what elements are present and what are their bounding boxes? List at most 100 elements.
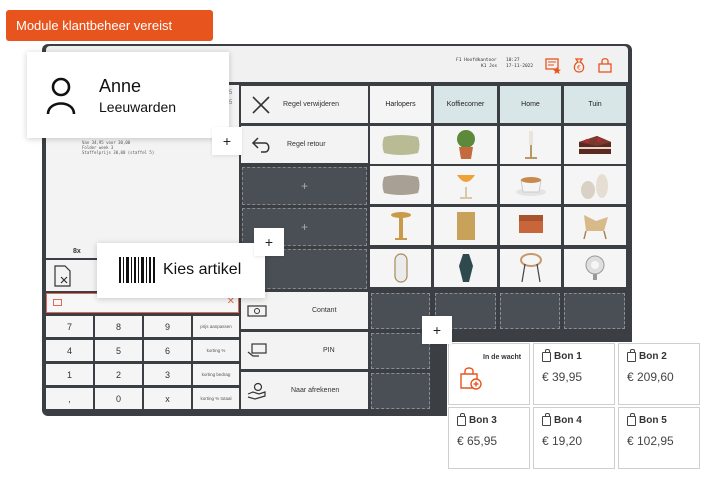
held-receipts-panel: In de wacht Bon 1 € 39,95 Bon 2 € 209,60… (447, 342, 701, 470)
mirror-image (393, 253, 408, 283)
header-register: K1 Jos (481, 64, 498, 69)
cash-label: Contant (312, 307, 337, 314)
product-tile-rattan-chair[interactable] (564, 207, 626, 245)
customer-card[interactable]: Anne Leeuwarden (27, 52, 229, 138)
key-discount-amount[interactable]: korting bedrag (193, 364, 239, 385)
empty-product-slot[interactable] (371, 373, 430, 409)
category-tab-tuin[interactable]: Tuin (564, 86, 626, 123)
product-tile-side-table[interactable] (370, 207, 431, 245)
close-icon (252, 95, 270, 114)
on-hold-label: In de wacht (483, 354, 522, 361)
held-receipt-amount: € 102,95 (627, 434, 674, 448)
return-arrow-icon (251, 136, 270, 153)
product-tile-chair-orange[interactable] (500, 207, 561, 245)
barcode-icon (119, 257, 155, 283)
category-tab-koffiecorner[interactable]: Koffiecorner (434, 86, 497, 123)
product-tile-lamp[interactable] (564, 249, 626, 287)
empty-product-slot[interactable] (564, 293, 625, 329)
category-tab-harlopers[interactable]: Harlopers (370, 86, 431, 123)
held-receipt-label: Bon 4 (554, 415, 582, 426)
remove-line-button[interactable]: Regel verwijderen (241, 86, 368, 123)
pillow-beige-image (382, 175, 419, 195)
product-tile-plant[interactable] (434, 126, 497, 164)
bag-icon (627, 348, 636, 362)
header-date: 17-11-2022 (506, 64, 534, 69)
held-receipt-5[interactable]: Bon 5 € 102,95 (618, 407, 700, 469)
product-tile-board[interactable] (434, 207, 497, 245)
checkout-label: Naar afrekenen (291, 387, 340, 394)
pin-button[interactable]: PIN (241, 332, 368, 369)
cash-icon (247, 304, 267, 317)
key-7[interactable]: 7 (46, 316, 93, 337)
key-discount-percent[interactable]: korting % (193, 340, 239, 361)
held-receipt-label: Bon 2 (639, 351, 667, 362)
cake-image (579, 136, 611, 154)
key-1[interactable]: 1 (46, 364, 93, 385)
return-line-label: Regel retour (287, 141, 326, 148)
module-required-badge: Module klantbeheer vereist (6, 10, 213, 41)
add-icon[interactable]: + (422, 316, 452, 344)
chair-orange-image (518, 215, 543, 233)
held-receipt-amount: € 39,95 (542, 370, 583, 384)
receipt-star-icon[interactable] (544, 56, 562, 74)
return-line-button[interactable]: Regel retour (241, 126, 368, 163)
product-tile-coffee[interactable] (500, 166, 561, 204)
category-tab-home[interactable]: Home (500, 86, 561, 123)
plant-pot-image (456, 130, 475, 159)
side-digit: 5 (229, 90, 233, 96)
product-tile-cocktail[interactable] (434, 166, 497, 204)
choose-article-label: Kies artikel (163, 261, 242, 278)
key-9[interactable]: 9 (144, 316, 191, 337)
choose-article-card[interactable]: Kies artikel (97, 243, 265, 298)
product-tile-vases[interactable] (564, 166, 626, 204)
key-8[interactable]: 8 (95, 316, 142, 337)
held-receipt-label: Bon 5 (639, 415, 667, 426)
held-receipt-2[interactable]: Bon 2 € 209,60 (618, 343, 700, 405)
remove-line-label: Regel verwijderen (283, 101, 340, 108)
key-comma[interactable]: , (46, 388, 93, 409)
lock-icon[interactable] (596, 56, 614, 74)
product-tile-pillow-beige[interactable] (370, 166, 431, 204)
card-payment-icon (247, 342, 267, 357)
money-bag-icon[interactable]: € (570, 56, 588, 74)
add-icon: + (300, 179, 309, 193)
cocktail-glass-image (456, 175, 475, 199)
held-receipt-amount: € 209,60 (627, 370, 674, 384)
checkout-button[interactable]: Naar afrekenen (241, 372, 368, 409)
product-tile-candle-holder[interactable] (500, 126, 561, 164)
customer-location: Leeuwarden (99, 99, 177, 115)
product-tile-bar-stool[interactable] (500, 249, 561, 287)
held-receipt-1[interactable]: Bon 1 € 39,95 (533, 343, 615, 405)
rattan-chair-image (583, 215, 608, 240)
pin-label: PIN (323, 347, 335, 354)
bag-icon (627, 412, 636, 426)
bag-icon (457, 412, 466, 426)
key-adjust-price[interactable]: prijs aanpassen (193, 316, 239, 337)
on-hold-button[interactable]: In de wacht (448, 343, 530, 405)
held-receipt-3[interactable]: Bon 3 € 65,95 (448, 407, 530, 469)
product-tile-vase-dark[interactable] (434, 249, 497, 287)
product-tile-pillow-green[interactable] (370, 126, 431, 164)
clear-field-icon (53, 299, 62, 306)
key-discount-total[interactable]: korting % totaal (193, 388, 239, 409)
candle-holder-image (524, 131, 537, 159)
product-tile-mirror[interactable] (370, 249, 431, 287)
product-tile-cake[interactable] (564, 126, 626, 164)
receipt-lines: Van 34,95 voor 30,00 Folder week 3 Staff… (82, 140, 155, 155)
key-6[interactable]: 6 (144, 340, 191, 361)
empty-action-slot[interactable]: + (242, 167, 367, 205)
add-icon[interactable]: + (254, 228, 284, 256)
key-2[interactable]: 2 (95, 364, 142, 385)
delete-receipt-icon[interactable] (52, 264, 74, 288)
held-receipt-4[interactable]: Bon 4 € 19,20 (533, 407, 615, 469)
customer-name: Anne (99, 76, 142, 96)
key-3[interactable]: 3 (144, 364, 191, 385)
add-icon[interactable]: + (212, 127, 242, 155)
key-4[interactable]: 4 (46, 340, 93, 361)
receipt-qty: 8x (73, 248, 81, 255)
key-multiply[interactable]: x (144, 388, 191, 409)
lamp-image (585, 255, 605, 280)
key-5[interactable]: 5 (95, 340, 142, 361)
key-0[interactable]: 0 (95, 388, 142, 409)
empty-product-slot[interactable] (500, 293, 560, 329)
